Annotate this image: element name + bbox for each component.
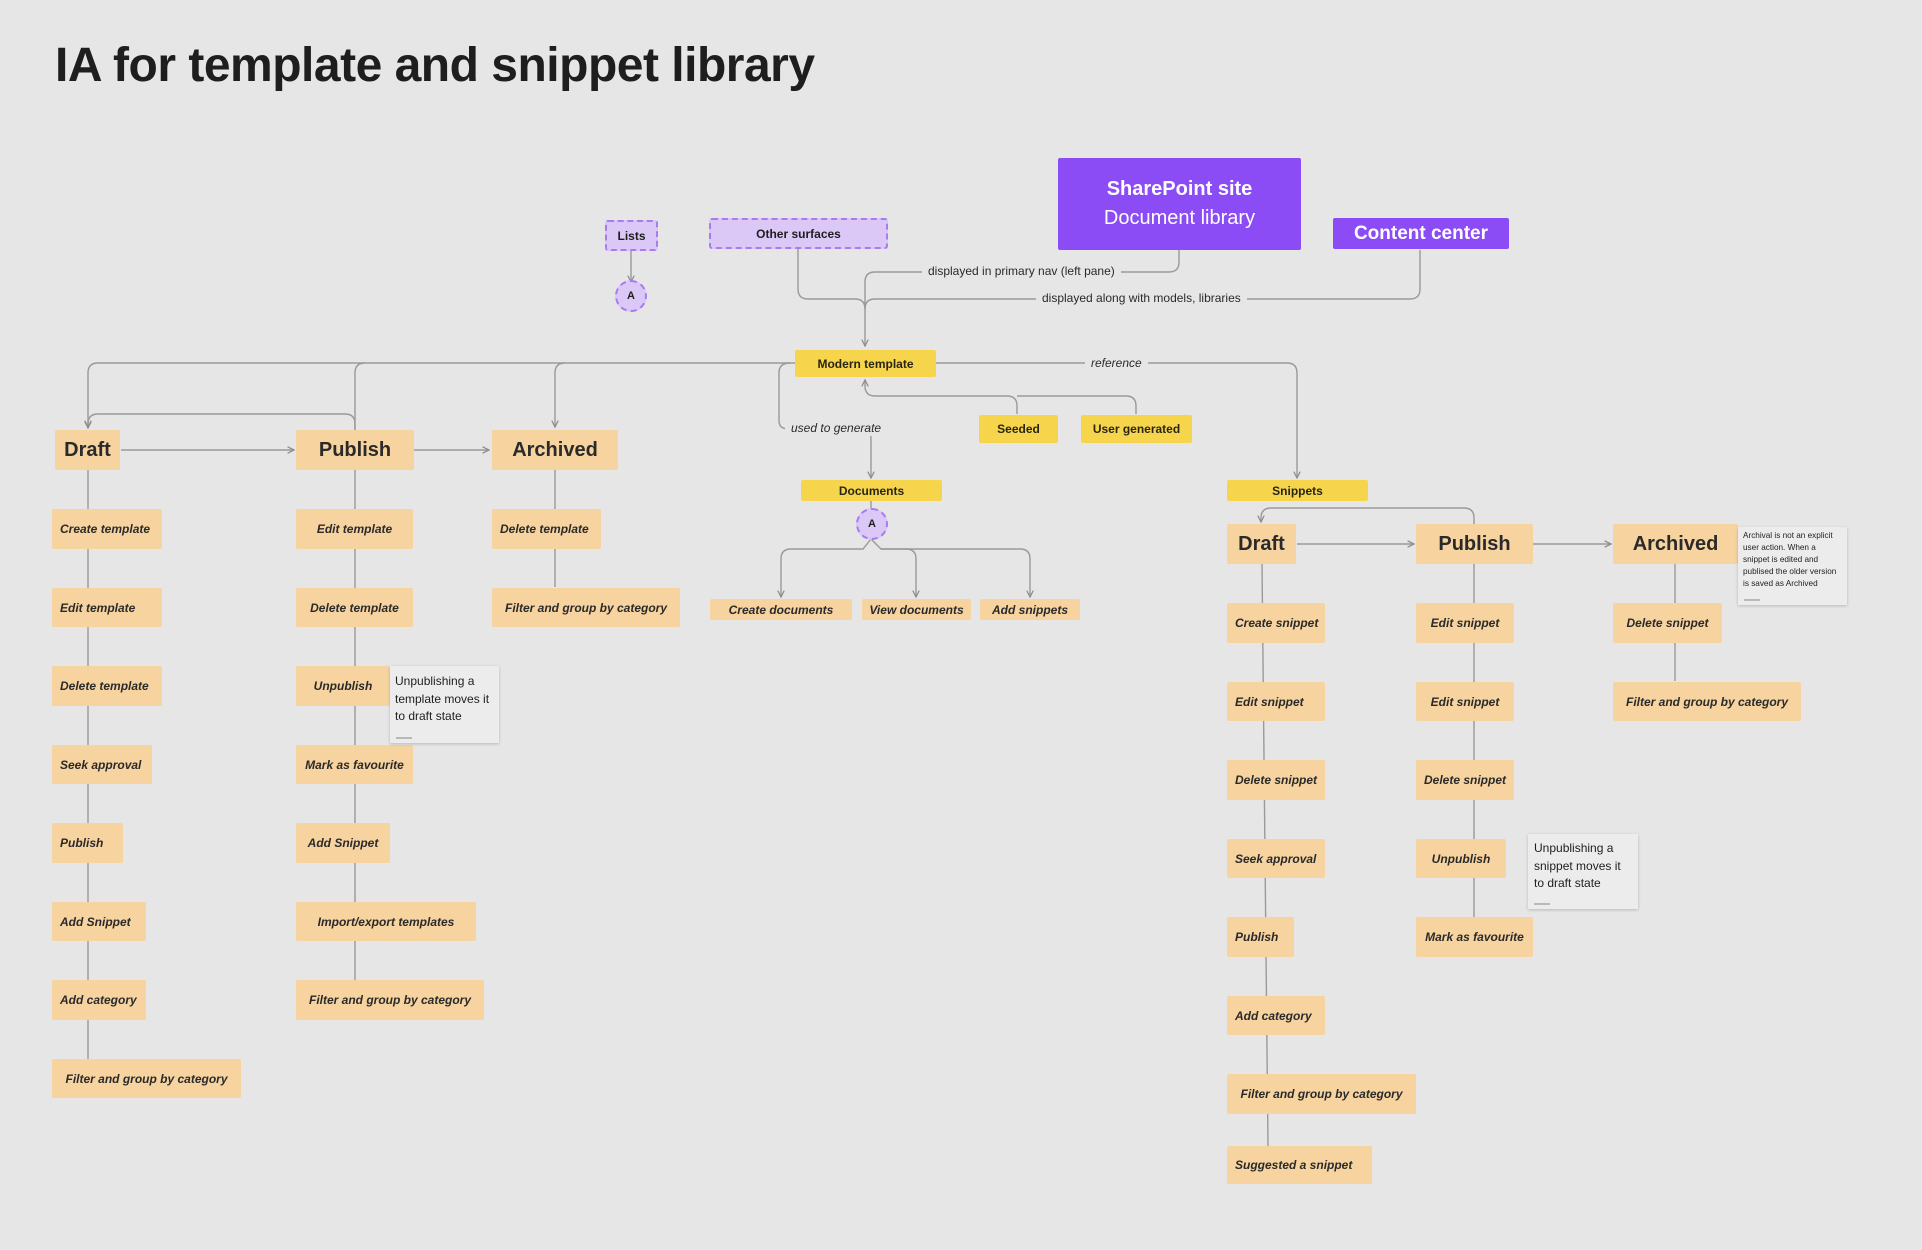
note-text: Archival is not an explicit user action.… [1743,531,1837,588]
template-draft-action[interactable]: Publish [52,823,123,863]
snippet-draft-action[interactable]: Suggested a snippet [1227,1146,1372,1184]
note-signature [1744,599,1760,601]
edge-modern-to-draft [88,362,795,427]
edge-modern-to-archived [555,362,566,427]
edge-seeded-to-modern [865,380,1018,414]
lists-node[interactable]: Lists [605,220,658,251]
edge-usergen-to-modern [1017,395,1137,414]
template-draft-action[interactable]: Filter and group by category [52,1059,241,1098]
view-documents-node[interactable]: View documents [862,599,971,620]
seeded-node[interactable]: Seeded [979,415,1058,443]
note-snippet-unpublish: Unpublishing a snippet moves it to draft… [1528,834,1638,909]
edge-snippets-publish-to-draft [1261,507,1475,525]
sharepoint-site-label: SharePoint site [1106,178,1253,200]
snippet-draft-action[interactable]: Delete snippet [1227,760,1325,800]
edge-a-to-create-documents [781,538,872,597]
template-publish-action[interactable]: Import/export templates [296,902,476,941]
other-surfaces-node[interactable]: Other surfaces [709,218,888,249]
edge-other-surfaces-to-modern [797,249,866,310]
template-publish-node[interactable]: Publish [296,430,414,470]
template-archived-action[interactable]: Delete template [492,509,601,549]
snippet-publish-action[interactable]: Unpublish [1416,839,1506,878]
template-archived-action[interactable]: Filter and group by category [492,588,680,627]
user-generated-node[interactable]: User generated [1081,415,1192,443]
edge-a-to-view-documents [870,538,916,597]
create-documents-node[interactable]: Create documents [710,599,852,620]
snippet-publish-node[interactable]: Publish [1416,524,1533,564]
note-signature [1534,903,1550,905]
edge-publish-back-to-draft [88,413,356,431]
note-archival: Archival is not an explicit user action.… [1738,527,1847,605]
modern-template-node[interactable]: Modern template [795,350,936,377]
edge-modern-to-publish [354,362,366,431]
edge-a-to-add-snippets [881,548,1030,597]
edge-label-used-to-generate: used to generate [785,421,888,436]
snippet-draft-action[interactable]: Create snippet [1227,603,1325,643]
snippet-draft-node[interactable]: Draft [1227,524,1296,564]
template-publish-action[interactable]: Filter and group by category [296,980,484,1020]
note-signature [396,737,412,739]
snippets-node[interactable]: Snippets [1227,480,1368,501]
template-draft-action[interactable]: Delete template [52,666,162,706]
template-draft-node[interactable]: Draft [55,430,120,470]
add-snippets-node[interactable]: Add snippets [980,599,1080,620]
note-text: Unpublishing a template moves it to draf… [395,674,490,723]
edge-label-primary-nav: displayed in primary nav (left pane) [922,264,1121,279]
note-text: Unpublishing a snippet moves it to draft… [1534,841,1621,890]
document-library-label: Document library [1103,207,1256,229]
edge-label-along-models: displayed along with models, libraries [1036,291,1247,306]
snippet-draft-action[interactable]: Edit snippet [1227,682,1325,721]
template-draft-action[interactable]: Add Snippet [52,902,146,941]
snippet-draft-action[interactable]: Seek approval [1227,839,1325,878]
snippet-publish-action[interactable]: Mark as favourite [1416,917,1533,957]
snippet-archived-action[interactable]: Delete snippet [1613,603,1722,643]
template-draft-action[interactable]: Create template [52,509,162,549]
snippet-publish-action[interactable]: Edit snippet [1416,682,1514,721]
template-draft-action[interactable]: Edit template [52,588,162,627]
snippet-draft-action[interactable]: Add category [1227,996,1325,1035]
template-draft-action[interactable]: Seek approval [52,745,152,784]
template-publish-action[interactable]: Edit template [296,509,413,549]
snippet-publish-action[interactable]: Delete snippet [1416,760,1514,800]
edge-label-reference: reference [1085,356,1148,371]
snippet-archived-action[interactable]: Filter and group by category [1613,682,1801,721]
note-template-unpublish: Unpublishing a template moves it to draf… [390,666,499,743]
template-archived-node[interactable]: Archived [492,430,618,470]
connector-a-lists: A [615,280,647,312]
sharepoint-node[interactable]: SharePoint site Document library [1058,158,1301,250]
content-center-node[interactable]: Content center [1333,218,1509,249]
documents-node[interactable]: Documents [801,480,942,501]
snippet-draft-action[interactable]: Filter and group by category [1227,1074,1416,1114]
template-publish-action[interactable]: Delete template [296,588,413,627]
template-publish-action[interactable]: Mark as favourite [296,745,413,784]
snippet-draft-action[interactable]: Publish [1227,917,1294,957]
template-publish-action[interactable]: Unpublish [296,666,390,706]
template-publish-action[interactable]: Add Snippet [296,823,390,863]
snippet-archived-node[interactable]: Archived [1613,524,1738,564]
connector-a-documents: A [856,508,888,540]
template-draft-action[interactable]: Add category [52,980,146,1020]
page-title: IA for template and snippet library [55,39,815,92]
snippet-publish-action[interactable]: Edit snippet [1416,603,1514,643]
